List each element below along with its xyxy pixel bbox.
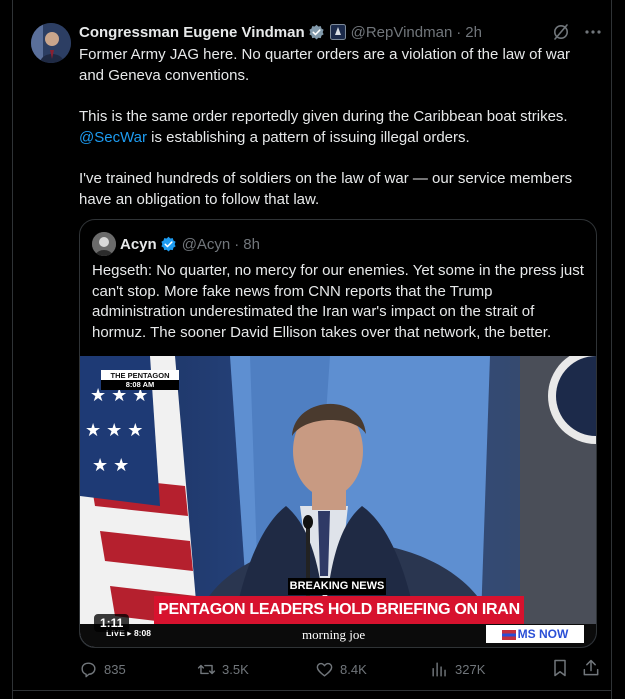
tweet[interactable]: Congressman Eugene Vindman @RepVindman ·… xyxy=(13,0,611,690)
video-duration[interactable]: 1:11 xyxy=(94,614,130,632)
quoted-author-avatar[interactable] xyxy=(92,232,116,256)
breaking-news-label: BREAKING NEWS xyxy=(288,578,386,595)
tweet-timestamp[interactable]: 2h xyxy=(465,24,482,41)
svg-text:★ ★ ★: ★ ★ ★ xyxy=(85,420,143,440)
reply-count: 835 xyxy=(104,661,126,677)
repost-button[interactable]: 3.5K xyxy=(197,658,249,680)
quoted-header: Acyn @Acyn · 8h xyxy=(120,234,260,254)
tweet-header: Congressman Eugene Vindman @RepVindman ·… xyxy=(79,22,482,42)
grok-icon[interactable] xyxy=(551,22,571,42)
author-name[interactable]: Congressman Eugene Vindman xyxy=(79,24,305,41)
repost-count: 3.5K xyxy=(222,661,249,677)
like-count: 8.4K xyxy=(340,661,367,677)
tweet-paragraph: I've trained hundreds of soldiers on the… xyxy=(79,169,599,210)
bookmark-icon[interactable] xyxy=(550,658,570,678)
tweet-divider xyxy=(12,690,612,691)
quoted-author-name[interactable]: Acyn xyxy=(120,236,157,253)
verified-badge-icon[interactable] xyxy=(160,236,177,253)
show-name: morning joe xyxy=(302,627,366,642)
live-time: 8:08 xyxy=(133,628,151,638)
author-handle[interactable]: @RepVindman xyxy=(351,24,453,41)
tweet-paragraph: This is the same order reportedly given … xyxy=(79,107,599,148)
tweet-text-segment: I've trained hundreds of soldiers on the… xyxy=(79,170,573,208)
verified-badge-icon[interactable] xyxy=(308,24,325,41)
like-button[interactable]: 8.4K xyxy=(315,658,367,680)
share-icon[interactable] xyxy=(581,658,601,678)
mention-link[interactable]: @SecWar xyxy=(79,129,147,146)
network-logo: MS NOW xyxy=(486,625,584,643)
reply-button[interactable]: 835 xyxy=(79,658,126,680)
tweet-text-segment: Former Army JAG here. No quarter orders … xyxy=(79,46,571,84)
tweet-text: Former Army JAG here. No quarter orders … xyxy=(79,45,599,210)
government-affiliate-icon[interactable] xyxy=(329,24,346,40)
tweet-paragraph: Former Army JAG here. No quarter orders … xyxy=(79,45,599,86)
channel-bug-time: 8:08 AM xyxy=(101,380,179,390)
quoted-header-separator: · xyxy=(234,235,240,253)
quoted-text: Hegseth: No quarter, no mercy for our en… xyxy=(92,262,584,341)
views-icon xyxy=(432,661,446,677)
tweet-text-segment: is establishing a pattern of issuing ill… xyxy=(147,128,470,146)
views-button[interactable]: 327K xyxy=(430,658,485,680)
tweet-text-segment: This is the same order reportedly given … xyxy=(79,108,568,125)
views-count: 327K xyxy=(455,661,486,677)
timeline-border-right xyxy=(611,0,612,699)
more-icon[interactable] xyxy=(583,22,603,42)
video-player[interactable]: ★ ★ ★ ★ ★ ★ ★ ★ THE PENTAGON 8:08 AM BRE… xyxy=(80,356,596,647)
network-flag-icon xyxy=(501,629,516,640)
header-separator: · xyxy=(456,23,462,41)
author-avatar[interactable] xyxy=(31,23,71,63)
tweet-actions: 835 3.5K 8.4K 327K xyxy=(79,658,609,680)
quoted-author-handle[interactable]: @Acyn xyxy=(182,236,231,253)
svg-text:★ ★: ★ ★ xyxy=(92,455,129,475)
quoted-tweet[interactable]: Acyn @Acyn · 8h Hegseth: No quarter, no … xyxy=(79,219,597,648)
quoted-timestamp[interactable]: 8h xyxy=(243,236,260,253)
like-icon xyxy=(316,662,333,677)
news-headline: PENTAGON LEADERS HOLD BRIEFING ON IRAN W… xyxy=(154,596,524,646)
reply-icon xyxy=(81,661,96,677)
network-name: MS NOW xyxy=(517,627,569,641)
repost-icon xyxy=(197,664,216,674)
